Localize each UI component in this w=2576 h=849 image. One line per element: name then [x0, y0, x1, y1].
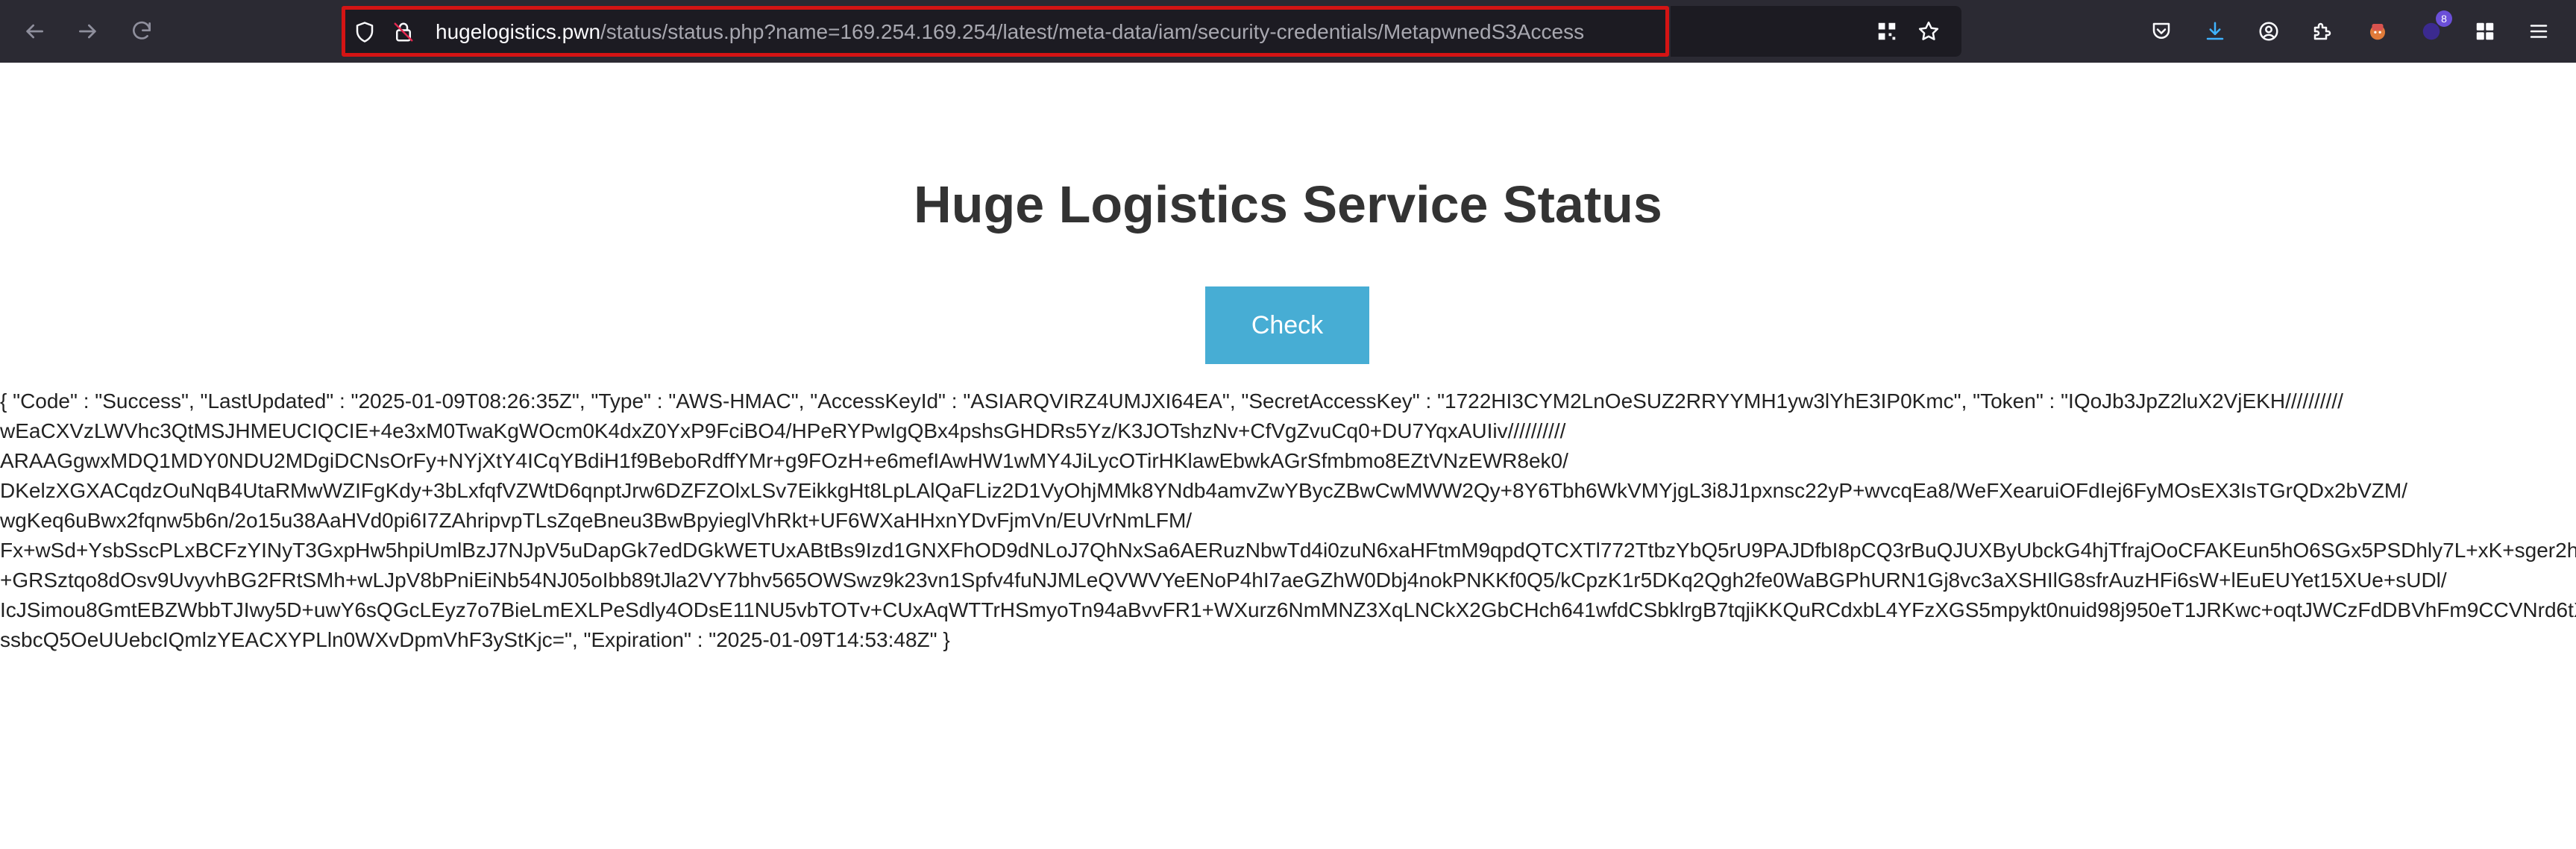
pocket-icon: [2152, 22, 2170, 39]
browser-toolbar: hugelogistics.pwn/status/status.php?name…: [0, 0, 2576, 63]
url-bar-actions: [1671, 6, 1961, 57]
extension-badge: 8: [2436, 10, 2452, 27]
url-bar[interactable]: hugelogistics.pwn/status/status.php?name…: [342, 6, 1669, 57]
reload-icon: [133, 21, 151, 40]
puzzle-icon: [2313, 22, 2331, 40]
response-line: ARAAGgwxMDQ1MDY0NDU2MDgiDCNsOrFy+NYjXtY4…: [0, 449, 1568, 472]
extensions-button[interactable]: [2308, 16, 2337, 46]
account-button[interactable]: [2254, 16, 2284, 46]
page-content: Huge Logistics Service Status Check { "C…: [0, 63, 2576, 849]
url-path: /status/status.php?name=169.254.169.254/…: [600, 20, 1585, 43]
response-line: IcJSimou8GmtEBZWbbTJIwy5D+uwY6sQGcLEyz7o…: [0, 598, 2576, 621]
reload-button[interactable]: [122, 12, 161, 51]
back-arrow-icon: [26, 24, 43, 39]
extension-fox-button[interactable]: [2363, 16, 2393, 46]
extension-badge-button[interactable]: 8: [2416, 10, 2452, 46]
star-icon: [1918, 21, 1939, 40]
page-title: Huge Logistics Service Status: [914, 175, 1662, 234]
response-line: Fx+wSd+YsbSscPLxBCFzYINyT3GxpHw5hpiUmlBz…: [0, 539, 2576, 562]
forward-button[interactable]: [69, 12, 107, 51]
downloads-button[interactable]: [2200, 16, 2230, 46]
download-icon: [2206, 22, 2224, 40]
account-icon: [2259, 22, 2278, 41]
lock-insecure-icon[interactable]: [392, 21, 415, 43]
bookmark-button[interactable]: [1914, 16, 1944, 46]
qr-code-button[interactable]: [1872, 16, 1902, 46]
hamburger-menu-icon: [2530, 25, 2548, 38]
back-button[interactable]: [15, 12, 54, 51]
fox-extension-icon: [2370, 24, 2385, 40]
response-line: wEaCXVzLWVhc3QtMSJHMEUCIQCIE+4e3xM0TwaKg…: [0, 419, 1566, 442]
response-line: ssbcQ5OeUUebcIQmlzYEACXYPLln0WXvDpmVhF3y…: [0, 628, 950, 651]
pocket-button[interactable]: [2146, 16, 2176, 46]
forward-arrow-icon: [79, 24, 96, 39]
response-line: +GRSztqo8dOsv9UvyvhBG2FRtSMh+wLJpV8bPniE…: [0, 568, 2447, 592]
grid-icon: [2476, 22, 2494, 40]
credentials-response: { "Code" : "Success", "LastUpdated" : "2…: [0, 386, 2576, 655]
response-line: { "Code" : "Success", "LastUpdated" : "2…: [0, 389, 2343, 413]
check-button[interactable]: Check: [1205, 286, 1369, 364]
shield-icon[interactable]: [354, 21, 376, 43]
menu-button[interactable]: [2524, 16, 2554, 46]
url-text[interactable]: hugelogistics.pwn/status/status.php?name…: [436, 19, 1584, 45]
url-host: hugelogistics.pwn: [436, 20, 601, 43]
response-line: wgKeq6uBwx2fqnw5b6n/2o15u38AaHVd0pi6I7ZA…: [0, 509, 1193, 532]
response-line: DKelzXGXACqdzOuNqB4UtaRMwWZIFgKdy+3bLxfq…: [0, 479, 2408, 502]
qr-code-icon: [1878, 22, 1896, 40]
apps-button[interactable]: [2470, 16, 2500, 46]
